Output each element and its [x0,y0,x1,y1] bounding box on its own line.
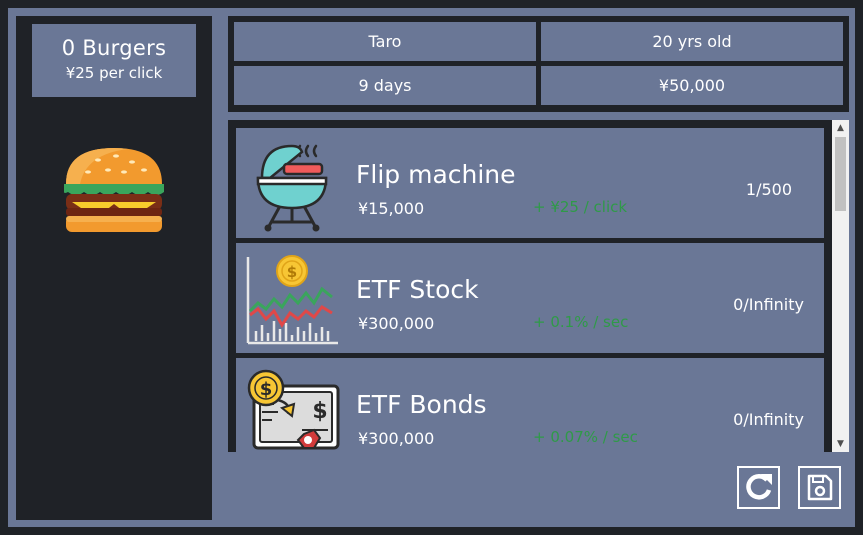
item-owned-count: 0/Infinity [733,410,804,429]
money-balance: ¥50,000 [541,66,843,105]
shop-item-etf-bonds[interactable]: $ $ ETF Bonds ¥300,000 + 0.07% / sec 0/I… [236,358,824,452]
reset-icon [746,474,772,500]
scroll-thumb[interactable] [835,137,846,211]
scroll-down-icon[interactable]: ▼ [832,436,849,452]
item-effect: + 0.07% / sec [533,428,638,446]
item-price: ¥15,000 [358,199,425,218]
burger-button[interactable] [62,140,166,236]
reset-button[interactable] [737,466,780,509]
item-owned-count: 0/Infinity [733,295,804,314]
item-name: ETF Bonds [356,390,487,419]
burger-stats: 0 Burgers ¥25 per click [32,24,196,97]
item-price: ¥300,000 [358,429,435,448]
player-name: Taro [234,22,536,61]
item-effect: + ¥25 / click [533,198,628,216]
shop-scrollbar[interactable]: ▲ ▼ [832,120,849,452]
player-age: 20 yrs old [541,22,843,61]
stock-chart-icon: $ [244,253,340,349]
item-owned-count: 1/500 [745,180,792,199]
svg-text:$: $ [312,399,327,424]
days-elapsed: 9 days [234,66,536,105]
item-name: Flip machine [356,160,516,189]
shop-item-etf-stock[interactable]: $ ETF Stock ¥300,000 + 0.1% / sec 0/Infi… [236,243,824,353]
save-button[interactable] [798,466,841,509]
shop-panel[interactable]: Flip machine ¥15,000 + ¥25 / click 1/500 [228,120,849,452]
item-price: ¥300,000 [358,314,435,333]
burger-count: 0 Burgers [61,36,167,60]
grill-icon [244,138,340,234]
bond-certificate-icon: $ $ [244,368,340,452]
save-icon [807,474,833,501]
svg-text:$: $ [260,379,273,400]
scroll-up-icon[interactable]: ▲ [832,120,849,136]
per-click-rate: ¥25 per click [65,64,163,82]
item-effect: + 0.1% / sec [533,313,629,331]
status-panel: Taro 20 yrs old 9 days ¥50,000 [228,16,849,112]
item-name: ETF Stock [356,275,479,304]
svg-text:$: $ [287,263,297,281]
burger-icon [64,148,164,232]
burger-panel: 0 Burgers ¥25 per click [16,16,212,520]
shop-item-flip-machine[interactable]: Flip machine ¥15,000 + ¥25 / click 1/500 [236,128,824,238]
